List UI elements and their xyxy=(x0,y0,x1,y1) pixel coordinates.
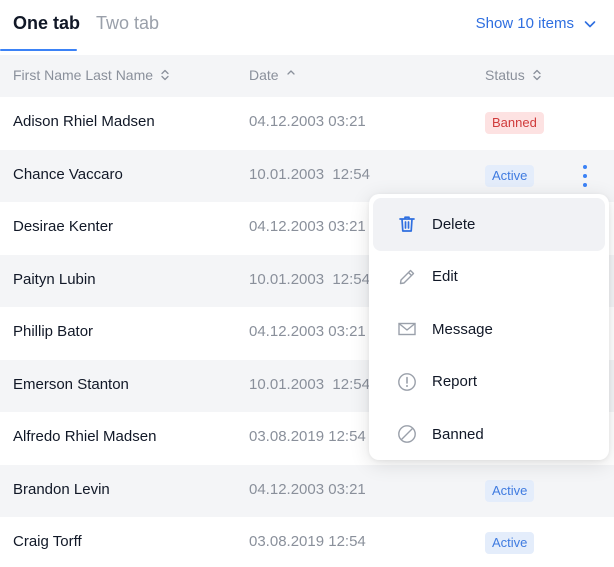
row-name: Craig Torff xyxy=(13,533,82,550)
trash-icon xyxy=(395,212,419,236)
row-name: Paityn Lubin xyxy=(13,270,96,288)
row-name: Chance Vaccaro xyxy=(13,165,123,183)
pencil-icon xyxy=(395,265,419,289)
column-header-status[interactable]: Status xyxy=(485,67,542,83)
more-options-icon[interactable] xyxy=(578,163,592,189)
menu-item-label: Report xyxy=(432,373,478,391)
menu-item-delete[interactable]: Delete xyxy=(373,198,605,251)
row-date: 04.12.2003 03:21 xyxy=(249,480,366,498)
table-row[interactable]: Craig Torff 03.08.2019 12:54 Active xyxy=(0,517,614,567)
menu-item-label: Delete xyxy=(432,215,476,233)
menu-item-label: Message xyxy=(432,320,493,338)
menu-item-banned[interactable]: Banned xyxy=(373,408,605,461)
tab-one[interactable]: One tab xyxy=(13,13,80,34)
menu-item-report[interactable]: Report xyxy=(373,356,605,409)
tab-two[interactable]: Two tab xyxy=(96,13,159,34)
ban-icon xyxy=(395,422,419,446)
chevron-down-icon xyxy=(584,20,596,27)
row-date: 03.08.2019 12:54 xyxy=(249,428,366,445)
column-header-date[interactable]: Date xyxy=(249,67,296,83)
row-date: 10.01.2003 12:54 xyxy=(249,375,370,393)
menu-item-message[interactable]: Message xyxy=(373,303,605,356)
column-name-label: First Name Last Name xyxy=(13,67,154,83)
row-date: 10.01.2003 12:54 xyxy=(249,270,370,288)
envelope-icon xyxy=(395,317,419,341)
show-items-dropdown[interactable]: Show 10 items xyxy=(476,15,596,32)
row-date: 03.08.2019 12:54 xyxy=(249,533,366,550)
row-date: 04.12.2003 03:21 xyxy=(249,323,366,340)
show-items-label: Show 10 items xyxy=(475,15,574,32)
table-row[interactable]: Adison Rhiel Madsen 04.12.2003 03:21 Ban… xyxy=(0,97,614,150)
column-status-label: Status xyxy=(485,67,525,83)
sort-icon xyxy=(286,70,295,75)
tabs-bar: One tab Two tab Show 10 items xyxy=(0,0,614,52)
status-badge: Banned xyxy=(485,112,544,134)
column-header-name[interactable]: First Name Last Name xyxy=(13,67,170,83)
column-date-label: Date xyxy=(249,67,279,83)
row-date: 10.01.2003 12:54 xyxy=(249,165,370,183)
row-name: Brandon Levin xyxy=(13,480,110,498)
row-date: 04.12.2003 03:21 xyxy=(249,113,366,130)
table-header: First Name Last Name Date Status xyxy=(0,55,614,97)
menu-item-label: Banned xyxy=(432,425,484,443)
row-date: 04.12.2003 03:21 xyxy=(249,218,366,235)
row-name: Phillip Bator xyxy=(13,323,94,340)
status-badge: Active xyxy=(485,479,535,502)
status-badge: Active xyxy=(485,164,535,187)
sort-icon xyxy=(161,69,169,81)
menu-item-label: Edit xyxy=(432,268,458,286)
row-actions-menu: Delete Edit Message Report Banned xyxy=(369,194,609,460)
row-name: Desirae Kenter xyxy=(13,218,114,235)
active-tab-indicator xyxy=(0,49,77,51)
menu-item-edit[interactable]: Edit xyxy=(373,251,605,304)
status-badge: Active xyxy=(485,532,535,554)
alert-circle-icon xyxy=(395,370,419,394)
row-name: Alfredo Rhiel Madsen xyxy=(13,428,157,445)
table-row[interactable]: Brandon Levin 04.12.2003 03:21 Active xyxy=(0,464,614,517)
row-name: Emerson Stanton xyxy=(13,375,129,393)
sort-icon xyxy=(533,69,541,81)
row-name: Adison Rhiel Madsen xyxy=(13,113,155,130)
